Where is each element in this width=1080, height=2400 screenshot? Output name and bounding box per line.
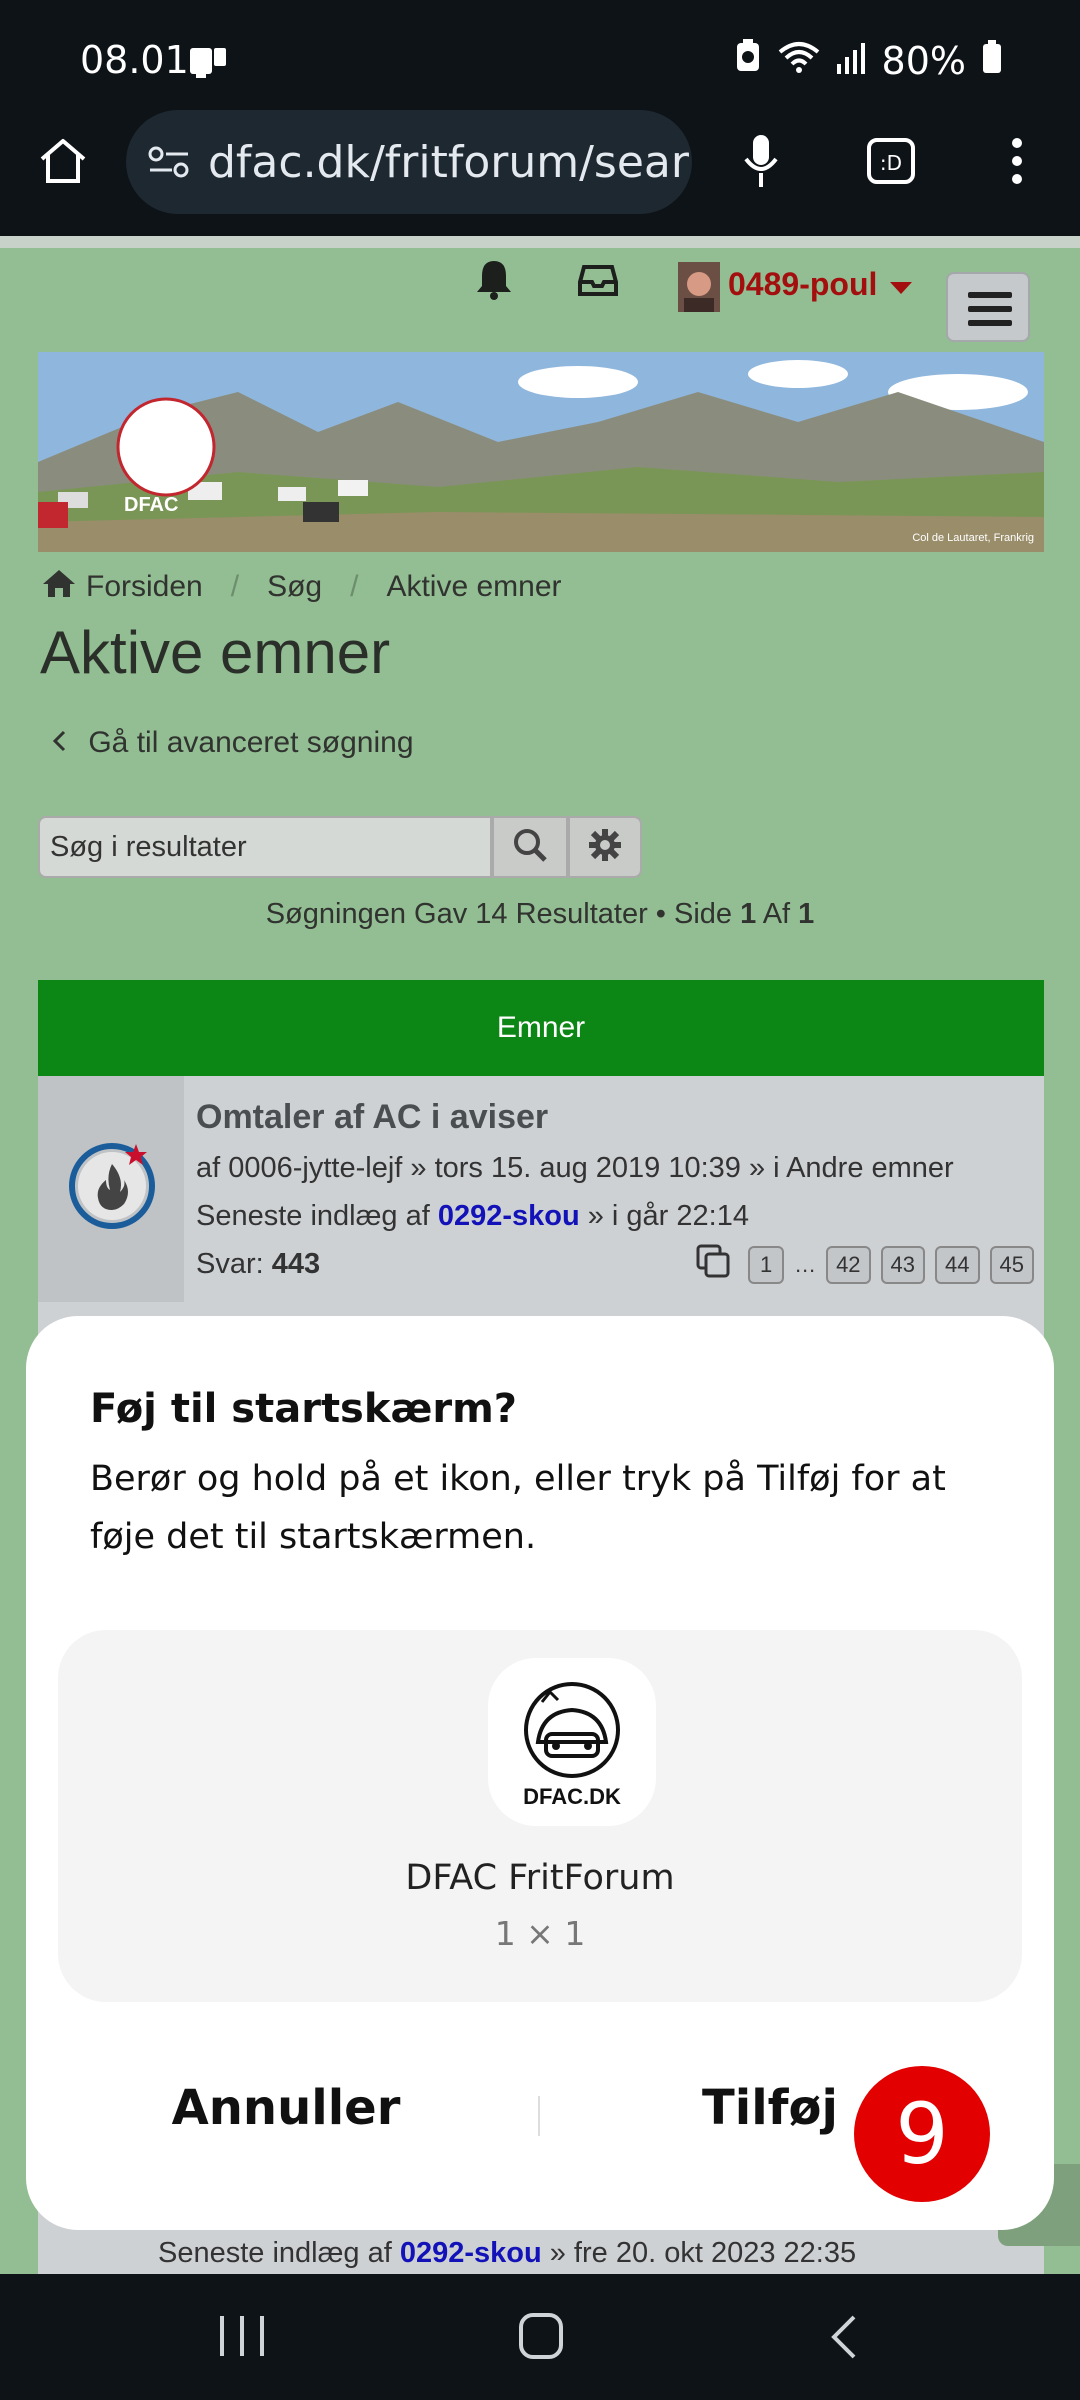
page-link[interactable]: 44 <box>935 1245 980 1284</box>
phone-notification-icon <box>188 44 228 85</box>
last-post-prefix: Seneste indlæg af <box>196 1200 438 1232</box>
app-icon[interactable]: DFAC.DK <box>488 1658 656 1826</box>
last-post-time: » fre 20. okt 2023 22:35 <box>541 2237 857 2269</box>
page-ellipsis: … <box>794 1251 817 1277</box>
home-button-icon[interactable] <box>518 2312 564 2365</box>
topics-header: Emner <box>38 980 1044 1076</box>
wifi-icon <box>778 39 820 83</box>
gear-icon <box>588 828 622 867</box>
url-text: dfac.dk/fritforum/sear <box>208 136 689 188</box>
dialog-description: Berør og hold på et ikon, eller tryk på … <box>90 1459 946 1557</box>
tab-switcher-icon[interactable]: :D <box>856 126 926 196</box>
result-summary: Søgningen Gav 14 Resultater • Side 1 Af … <box>0 898 1080 931</box>
microphone-icon[interactable] <box>726 126 796 196</box>
page-link[interactable]: 45 <box>989 1245 1034 1284</box>
step-badge: 9 <box>854 2066 990 2202</box>
page-title: Aktive emner <box>40 619 391 686</box>
result-of-text: Af <box>756 898 799 930</box>
page-load-divider <box>0 236 1080 248</box>
breadcrumb-separator: / <box>350 570 359 603</box>
breadcrumb: Forsiden / Søg / Aktive emner <box>42 568 562 606</box>
battery-icon <box>982 39 1002 83</box>
recent-apps-icon[interactable] <box>212 2314 272 2363</box>
svg-text::D: :D <box>880 151 902 175</box>
advanced-search-link[interactable]: Gå til avanceret søgning <box>52 726 414 760</box>
site-settings-icon[interactable] <box>148 146 190 183</box>
browser-toolbar: dfac.dk/fritforum/sear :D <box>0 100 1080 238</box>
result-summary-text: Søgningen Gav 14 Resultater • Side <box>265 898 741 930</box>
bell-icon[interactable] <box>474 258 514 305</box>
banner-logo-text: DFAC <box>124 494 179 516</box>
pages-icon <box>696 1244 732 1285</box>
topic-icon-cell <box>38 1076 184 1302</box>
avatar[interactable] <box>678 262 720 312</box>
breadcrumb-home[interactable]: Forsiden <box>86 570 203 604</box>
page-link[interactable]: 43 <box>880 1245 926 1284</box>
search-icon <box>512 827 548 868</box>
search-settings-button[interactable] <box>568 816 642 878</box>
username[interactable]: 0489-poul <box>728 266 877 303</box>
replies-count: 443 <box>271 1248 321 1280</box>
result-current-page: 1 <box>740 898 757 930</box>
hot-topic-icon <box>66 1136 162 1237</box>
chevron-down-icon[interactable] <box>888 280 914 301</box>
status-icons: 80% <box>734 38 1002 83</box>
cancel-button[interactable]: Annuller <box>136 2080 436 2136</box>
search-results-input[interactable]: Søg i resultater <box>38 816 492 878</box>
page-link[interactable]: 1 <box>748 1245 785 1284</box>
topic-replies: Svar: 443 <box>196 1248 320 1281</box>
chevron-left-icon <box>52 726 66 760</box>
app-preview-card[interactable]: DFAC.DK DFAC FritForum 1 × 1 <box>58 1630 1022 2002</box>
topic-last-post: Seneste indlæg af 0292-skou » i går 22:1… <box>196 1200 749 1233</box>
advanced-search-label: Gå til avanceret søgning <box>88 726 414 759</box>
battery-percent: 80% <box>881 38 966 83</box>
battery-saver-icon <box>734 38 762 83</box>
topic-meta: af 0006-jytte-lejf » tors 15. aug 2019 1… <box>196 1152 954 1184</box>
topic-pagination: 1 … 42 43 44 45 <box>696 1244 1034 1285</box>
inbox-icon[interactable] <box>578 264 618 303</box>
page-link[interactable]: 42 <box>826 1245 871 1284</box>
breadcrumb-separator: / <box>230 570 240 603</box>
last-post-user[interactable]: 0292-skou <box>400 2237 542 2269</box>
system-navigation-bar <box>0 2274 1080 2400</box>
last-post-prefix: Seneste indlæg af <box>158 2237 400 2269</box>
signal-icon <box>836 39 866 83</box>
url-bar[interactable]: dfac.dk/fritforum/sear <box>126 110 692 214</box>
home-icon[interactable] <box>28 126 98 196</box>
search-placeholder: Søg i resultater <box>50 830 247 863</box>
hamburger-menu-button[interactable] <box>946 272 1030 342</box>
banner-credit: Col de Lautaret, Frankrig <box>912 532 1034 544</box>
status-time: 08.01 <box>80 38 189 82</box>
result-total-pages: 1 <box>798 898 815 930</box>
last-post-user[interactable]: 0292-skou <box>438 1200 580 1232</box>
more-options-icon[interactable] <box>982 126 1052 196</box>
search-button[interactable] <box>492 816 568 878</box>
table-row[interactable]: Omtaler af AC i aviser af 0006-jytte-lej… <box>38 1076 1044 1302</box>
search-results-form: Søg i resultater <box>38 816 642 878</box>
forum-banner[interactable]: DFAC Col de Lautaret, Frankrig <box>38 352 1044 552</box>
replies-label: Svar: <box>196 1248 272 1280</box>
topic-last-post: Seneste indlæg af 0292-skou » fre 20. ok… <box>158 2237 856 2270</box>
breadcrumb-active-topics[interactable]: Aktive emner <box>386 570 561 604</box>
app-size: 1 × 1 <box>494 1914 586 1953</box>
topic-title[interactable]: Omtaler af AC i aviser <box>196 1098 548 1137</box>
home-icon[interactable] <box>42 568 76 606</box>
app-icon-text: DFAC.DK <box>523 1784 621 1809</box>
dialog-title: Føj til startskærm? <box>90 1386 517 1432</box>
button-divider <box>538 2096 540 2136</box>
back-icon[interactable] <box>828 2314 858 2365</box>
breadcrumb-search[interactable]: Søg <box>267 570 322 604</box>
app-name: DFAC FritForum <box>405 1858 675 1898</box>
last-post-time: » i går 22:14 <box>579 1200 749 1232</box>
